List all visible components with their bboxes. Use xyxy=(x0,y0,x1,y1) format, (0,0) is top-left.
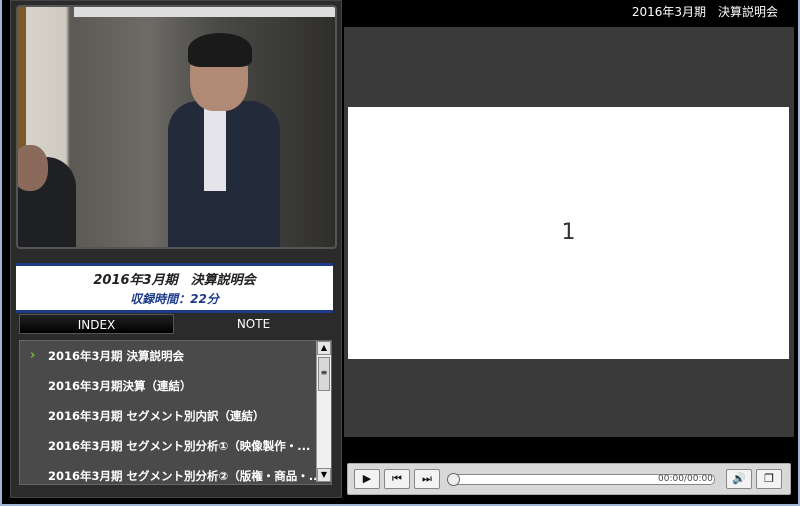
play-icon: ▶ xyxy=(362,472,372,485)
app-window: 2016年3月期 決算説明会 2016年3月期 決算説明会 収録時間：22分 I… xyxy=(0,0,800,506)
index-item[interactable]: 2016年3月期 セグメント別分析①（映像製作・... xyxy=(20,431,331,461)
next-button[interactable]: ⏭ xyxy=(414,469,440,489)
presenter-video[interactable] xyxy=(16,5,337,249)
speaker-icon: 🔊 xyxy=(732,472,746,485)
presenter-hair xyxy=(188,33,252,67)
window-popout-icon: ❐ xyxy=(764,472,774,485)
presenter-shirt xyxy=(204,101,226,191)
index-list: › 2016年3月期 決算説明会 2016年3月期決算（連結） 2016年3月期… xyxy=(19,340,332,485)
skip-forward-icon: ⏭ xyxy=(422,472,432,485)
index-item[interactable]: 2016年3月期 セグメント別分析②（版権・商品・... xyxy=(20,461,331,484)
slide-area: 1 xyxy=(344,27,794,437)
index-item[interactable]: 2016年3月期 セグメント別内訳（連結） xyxy=(20,401,331,431)
index-item-label: 2016年3月期 セグメント別分析①（映像製作・... xyxy=(48,439,311,453)
slide-view: 1 xyxy=(348,107,789,359)
index-scrollbar[interactable]: ▲ ≡ ▼ xyxy=(316,341,331,482)
index-item[interactable]: 2016年3月期決算（連結） xyxy=(20,371,331,401)
tab-index[interactable]: INDEX xyxy=(19,314,174,334)
index-item-label: 2016年3月期決算（連結） xyxy=(48,379,192,393)
audience-person-head xyxy=(18,145,48,191)
session-info: 2016年3月期 決算説明会 収録時間：22分 xyxy=(16,263,333,313)
session-duration: 収録時間：22分 xyxy=(130,292,219,306)
scroll-down-arrow-icon[interactable]: ▼ xyxy=(317,468,331,482)
presenter xyxy=(168,33,280,247)
video-background-bar xyxy=(74,7,335,17)
index-item-label: 2016年3月期 セグメント別内訳（連結） xyxy=(48,409,265,423)
scroll-up-arrow-icon[interactable]: ▲ xyxy=(317,341,331,355)
popout-button[interactable]: ❐ xyxy=(756,469,782,489)
slide-page-number: 1 xyxy=(561,220,576,245)
index-item[interactable]: › 2016年3月期 決算説明会 xyxy=(20,341,331,371)
tab-note[interactable]: NOTE xyxy=(177,314,330,334)
skip-back-icon: ⏮ xyxy=(392,472,402,485)
play-button[interactable]: ▶ xyxy=(354,469,380,489)
panel-tabs: INDEX NOTE xyxy=(19,314,330,334)
session-title: 2016年3月期 決算説明会 xyxy=(93,273,256,288)
previous-button[interactable]: ⏮ xyxy=(384,469,410,489)
index-item-label: 2016年3月期 決算説明会 xyxy=(48,349,185,363)
volume-button[interactable]: 🔊 xyxy=(726,469,752,489)
scroll-thumb[interactable]: ≡ xyxy=(318,357,330,391)
current-item-chevron-icon: › xyxy=(30,348,36,363)
player-controls: ▶ ⏮ ⏭ 00:00/00:00 🔊 ❐ xyxy=(347,463,791,495)
time-display: 00:00/00:00 xyxy=(658,474,713,484)
left-panel: 2016年3月期 決算説明会 収録時間：22分 INDEX NOTE › 201… xyxy=(10,0,342,498)
seek-handle[interactable] xyxy=(447,473,460,486)
window-title: 2016年3月期 決算説明会 xyxy=(631,5,778,19)
index-item-label: 2016年3月期 セグメント別分析②（版権・商品・... xyxy=(48,469,322,483)
